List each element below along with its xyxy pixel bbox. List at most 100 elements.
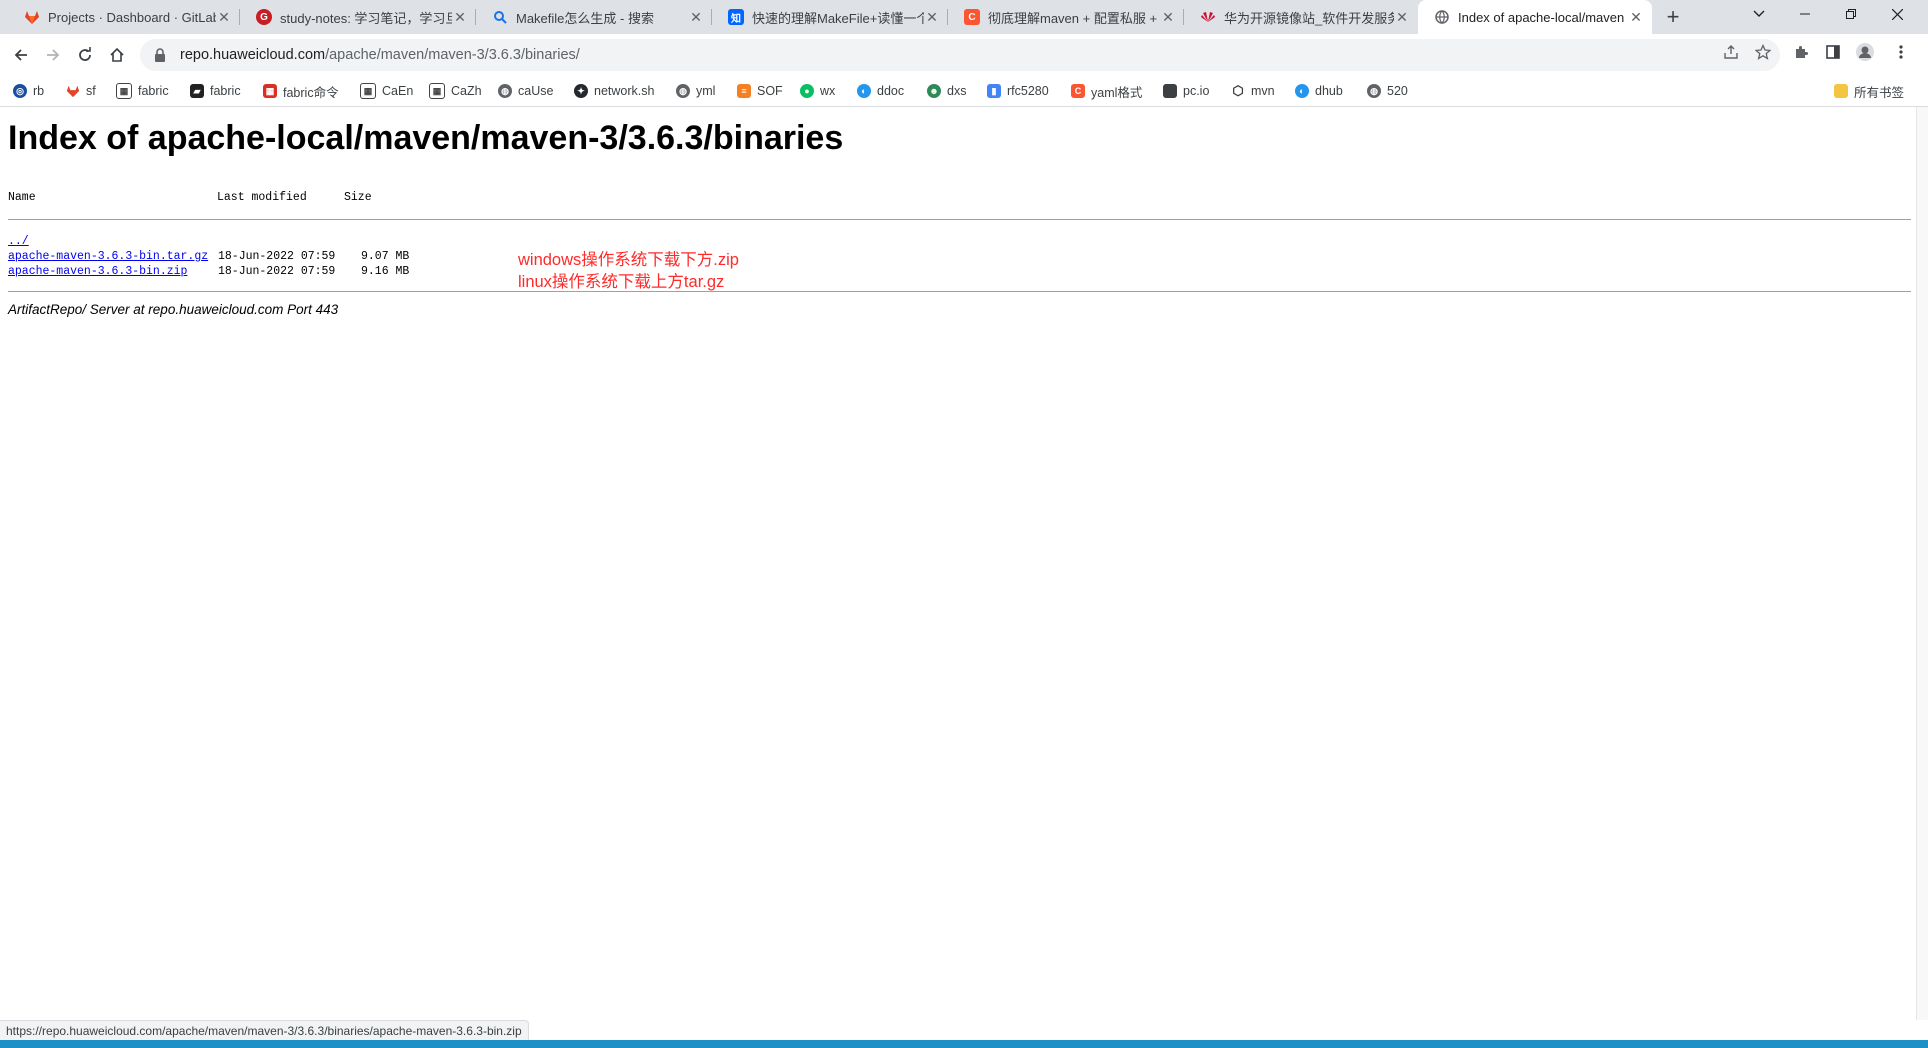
bookmark-sof[interactable]: ≡ SOF: [737, 83, 783, 99]
bookmark-dxs[interactable]: ☻ dxs: [927, 83, 966, 99]
bookmark-label: caUse: [518, 84, 554, 98]
book-icon: ▦: [429, 83, 445, 99]
all-bookmarks-folder[interactable]: 所有书签: [1834, 83, 1904, 100]
bookmark-label: fabric: [210, 84, 241, 98]
close-tab-icon[interactable]: ✕: [688, 9, 704, 25]
file-icon: ▮: [987, 84, 1001, 98]
new-tab-button[interactable]: +: [1660, 4, 1686, 30]
bookmark-label: SOF: [757, 84, 783, 98]
bookmark-star-button[interactable]: [1750, 39, 1776, 65]
tab-makefile-search[interactable]: Makefile怎么生成 - 搜索 ✕: [476, 0, 712, 34]
bookmark-520[interactable]: ◍ 520: [1367, 83, 1408, 99]
stackoverflow-icon: ≡: [737, 84, 751, 98]
share-button[interactable]: [1718, 39, 1744, 65]
tab-search-button[interactable]: [1736, 0, 1782, 28]
file-modified: 18-Jun-2022 07:59: [218, 250, 336, 263]
bookmark-wx[interactable]: ● wx: [800, 83, 835, 99]
tab-label: Projects · Dashboard · GitLab: [48, 9, 216, 25]
menu-button[interactable]: [1888, 39, 1914, 65]
zhihu-icon: 知: [728, 9, 744, 25]
extensions-button[interactable]: [1788, 39, 1814, 65]
close-tab-icon[interactable]: ✕: [924, 9, 940, 25]
file-link-tar-gz[interactable]: apache-maven-3.6.3-bin.tar.gz: [8, 250, 208, 263]
tab-strip: Projects · Dashboard · GitLab ✕ G study-…: [0, 0, 1928, 34]
docker-icon: ◐: [1295, 84, 1309, 98]
search-icon: [492, 9, 508, 25]
bookmark-mvn[interactable]: ⬡ mvn: [1231, 83, 1275, 99]
bookmark-label: CaEn: [382, 84, 414, 98]
bookmark-label: network.sh: [594, 84, 655, 98]
gitlab-icon: [66, 84, 80, 98]
close-window-button[interactable]: [1874, 0, 1920, 28]
column-name: Name: [8, 191, 36, 204]
bookmark-label: pc.io: [1183, 84, 1210, 98]
bookmark-label: rb: [33, 84, 45, 98]
share-icon: [1724, 45, 1738, 59]
file-size: 9.16 MB: [361, 265, 410, 278]
list-item: ../: [8, 235, 29, 248]
annotation-windows: windows操作系统下载下方.zip: [518, 251, 739, 269]
page-content: Index of apache-local/maven/maven-3/3.6.…: [0, 107, 1916, 1020]
bookmark-rb[interactable]: ◎ rb: [13, 83, 44, 99]
gitlab-icon: [24, 9, 40, 25]
tab-zhihu-makefile[interactable]: 知 快速的理解MakeFile+读懂一个 ✕: [712, 0, 948, 34]
close-tab-icon[interactable]: ✕: [1394, 9, 1410, 25]
home-button[interactable]: [104, 42, 130, 68]
bookmark-label: ddoc: [877, 84, 905, 98]
annotation-linux: linux操作系统下载上方tar.gz: [518, 273, 725, 291]
forward-button[interactable]: [40, 42, 66, 68]
csdn-icon: C: [964, 9, 980, 25]
bookmark-yml[interactable]: ◍ yml: [676, 83, 715, 99]
bookmark-fabric-2[interactable]: ▰ fabric: [190, 83, 241, 99]
bookmark-sf[interactable]: sf: [66, 83, 96, 99]
close-tab-icon[interactable]: ✕: [1628, 9, 1644, 25]
bookmark-rfc5280[interactable]: ▮ rfc5280: [987, 83, 1049, 99]
tab-gitlab[interactable]: Projects · Dashboard · GitLab ✕: [8, 0, 240, 34]
close-tab-icon[interactable]: ✕: [1160, 9, 1176, 25]
bookmark-fabric-cmd[interactable]: ▦ fabric命令: [263, 83, 339, 100]
bookmark-yaml-format[interactable]: Cyaml格式: [1071, 83, 1143, 100]
page-scrollbar[interactable]: [1916, 107, 1928, 1020]
tab-study-notes[interactable]: G study-notes: 学习笔记，学习旦 ✕: [240, 0, 476, 34]
url-host: repo.huaweicloud.com: [180, 47, 326, 63]
tab-csdn-maven[interactable]: C 彻底理解maven + 配置私服 + ✕: [948, 0, 1184, 34]
bookmark-caen[interactable]: ▦ CaEn: [360, 83, 413, 99]
close-tab-icon[interactable]: ✕: [216, 9, 232, 25]
globe-icon: ◍: [498, 84, 512, 98]
bookmark-ddoc[interactable]: ◐ ddoc: [857, 83, 904, 99]
bookmark-pc-io[interactable]: pc.io: [1163, 83, 1209, 99]
bookmark-label: yaml格式: [1091, 85, 1143, 100]
parent-directory-link[interactable]: ../: [8, 235, 29, 248]
bookmark-dhub[interactable]: ◐ dhub: [1295, 83, 1343, 99]
puzzle-icon: [1796, 46, 1808, 58]
tab-label: 华为开源镜像站_软件开发服务_: [1224, 10, 1394, 26]
bookmark-label: fabric: [138, 84, 169, 98]
bookmark-causee[interactable]: ◍ caUse: [498, 83, 553, 99]
bookmark-label: fabric命令: [283, 85, 339, 100]
lock-icon[interactable]: [154, 48, 172, 62]
restore-button[interactable]: [1828, 0, 1874, 28]
reload-button[interactable]: [72, 42, 98, 68]
tab-index-active[interactable]: Index of apache-local/maven ✕: [1418, 0, 1652, 34]
restore-icon: [1846, 9, 1856, 19]
back-button[interactable]: [8, 42, 34, 68]
tab-label: 彻底理解maven + 配置私服 +: [988, 10, 1158, 26]
close-tab-icon[interactable]: ✕: [452, 9, 468, 25]
bookmark-label: yml: [696, 84, 716, 98]
gitee-icon: G: [256, 9, 272, 25]
bookmark-fabric-1[interactable]: ▦ fabric: [116, 83, 169, 99]
side-panel-button[interactable]: [1820, 39, 1846, 65]
arrow-left-icon: [14, 49, 27, 61]
globe-icon: ◍: [1367, 84, 1381, 98]
frog-icon: ☻: [927, 84, 941, 98]
tab-label: Makefile怎么生成 - 搜索: [516, 10, 654, 26]
bookmark-cazh[interactable]: ▦ CaZh: [429, 83, 482, 99]
tab-label: Index of apache-local/maven: [1458, 9, 1625, 25]
file-link-zip[interactable]: apache-maven-3.6.3-bin.zip: [8, 265, 187, 278]
bookmarks-bar: ◎ rb sf ▦ fabric ▰ fabric ▦ fabric命令 ▦ CaEn ▦…: [0, 76, 1928, 107]
profile-button[interactable]: [1852, 39, 1878, 65]
address-bar[interactable]: repo.huaweicloud.com/apache/maven/maven-…: [140, 39, 1780, 71]
tab-huawei-mirror[interactable]: 华为开源镜像站_软件开发服务_ ✕: [1184, 0, 1418, 34]
minimize-button[interactable]: [1782, 0, 1828, 28]
bookmark-network-sh[interactable]: ✦ network.sh: [574, 83, 654, 99]
